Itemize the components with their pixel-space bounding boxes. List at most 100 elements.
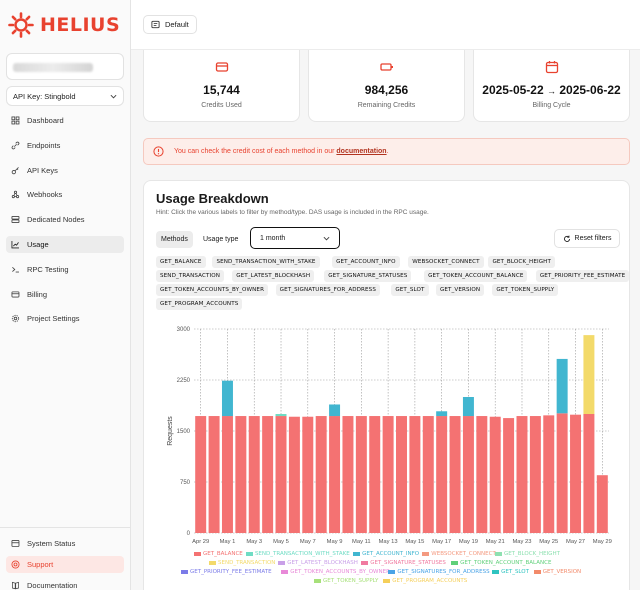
legend-swatch — [422, 552, 430, 556]
sidebar-item-documentation[interactable]: Documentation — [6, 577, 124, 590]
bar-get-balance-may-11[interactable] — [355, 416, 367, 533]
bar-get-account-info-may-17[interactable] — [436, 411, 448, 417]
legend-swatch — [181, 570, 188, 574]
project-selector-button[interactable]: Default — [143, 15, 197, 34]
sidebar-item-project-settings[interactable]: Project Settings — [6, 310, 124, 327]
bar-get-balance-may-20[interactable] — [476, 416, 488, 533]
bar-get-balance-may-6[interactable] — [288, 416, 300, 533]
api-key-label: API Key: Stingbold — [13, 91, 76, 101]
legend-item-get-program-accounts[interactable]: GET_PROGRAM_ACCOUNTS — [383, 578, 467, 584]
sidebar-item-api-keys[interactable]: API Keys — [6, 162, 124, 179]
legend-item-get-signatures-for-address[interactable]: GET_SIGNATURES_FOR_ADDRESS — [388, 569, 490, 575]
sidebar-divider — [0, 527, 131, 528]
bar-get-balance-may-14[interactable] — [396, 416, 407, 533]
bar-send-transaction-with-stake-may-5[interactable] — [275, 414, 287, 417]
account-selector[interactable] — [6, 53, 124, 80]
bar-get-balance-may-4[interactable] — [262, 416, 274, 533]
card-icon — [11, 291, 20, 298]
logo[interactable]: HELIUS — [8, 12, 120, 38]
sidebar-item-label: RPC Testing — [27, 264, 69, 274]
legend-item-get-block-height[interactable]: GET_BLOCK_HEIGHT — [494, 551, 560, 557]
legend-label: WEBSOCKET_CONNECT — [431, 551, 496, 557]
legend-swatch — [451, 561, 459, 565]
sidebar-item-dashboard[interactable]: Dashboard — [6, 112, 124, 129]
bar-get-balance-may-12[interactable] — [369, 416, 381, 533]
bar-get-balance-may-10[interactable] — [342, 416, 354, 533]
legend-item-get-token-supply[interactable]: GET_TOKEN_SUPPLY — [314, 578, 378, 584]
sidebar-item-system-status[interactable]: System Status — [6, 535, 124, 552]
bar-get-account-info-may-19[interactable] — [462, 397, 474, 417]
legend-item-get-token-accounts-by-owner[interactable]: GET_TOKEN_ACCOUNTS_BY_OWNER — [281, 569, 390, 575]
documentation-link[interactable]: documentation — [336, 148, 386, 155]
sidebar-item-usage[interactable]: Usage — [6, 235, 124, 253]
bar-get-balance-may-13[interactable] — [382, 416, 394, 533]
billing-cycle-start: 2025-05-22 — [482, 83, 544, 97]
bar-get-balance-may-8[interactable] — [315, 416, 327, 533]
arrow-right-icon: → — [547, 86, 556, 96]
bar-get-balance-may-27[interactable] — [570, 414, 582, 533]
bar-get-balance-may-7[interactable] — [302, 416, 314, 533]
y-tick-label: 1500 — [177, 429, 191, 435]
grid-icon — [11, 116, 20, 125]
bar-get-balance-may-25[interactable] — [543, 415, 555, 533]
usage-chart: 0 750 1500 2250 3000 Requests Apr 29 May 1 May 3… — [167, 327, 612, 545]
bar-get-balance-may-23[interactable] — [516, 416, 528, 533]
bar-get-balance-apr-30[interactable] — [208, 416, 220, 533]
legend-item-send-transaction[interactable]: SEND_TRANSACTION — [209, 560, 275, 566]
legend-item-get-priority-fee-estimate[interactable]: GET_PRIORITY_FEE_ESTIMATE — [181, 569, 272, 575]
sidebar-item-webhooks[interactable]: Webhooks — [6, 186, 124, 203]
bar-send-transaction-may-28[interactable] — [583, 335, 595, 414]
x-tick-label: May 5 — [273, 539, 289, 545]
x-tick-label: May 21 — [486, 539, 505, 545]
bar-get-balance-may-24[interactable] — [529, 416, 541, 533]
legend-item-get-slot[interactable]: GET_SLOT — [492, 569, 529, 575]
bar-get-balance-may-18[interactable] — [449, 416, 461, 533]
legend-label: GET_PROGRAM_ACCOUNTS — [392, 578, 468, 584]
key-icon — [11, 166, 19, 174]
bar-get-account-info-may-1[interactable] — [221, 380, 233, 417]
api-key-selector[interactable]: API Key: Stingbold — [6, 86, 124, 106]
sidebar-item-endpoints[interactable]: Endpoints — [6, 137, 124, 154]
bar-get-balance-may-17[interactable] — [436, 416, 448, 533]
bar-get-balance-may-26[interactable] — [556, 413, 568, 533]
legend-item-get-balance[interactable]: GET_BALANCE — [194, 551, 243, 557]
x-tick-label: May 9 — [327, 539, 343, 545]
sidebar-item-rpc-testing[interactable]: RPC Testing — [6, 261, 124, 278]
y-axis-label: Requests — [167, 416, 174, 446]
legend-item-get-latest-blockhash[interactable]: GET_LATEST_BLOCKHASH — [278, 560, 358, 566]
bar-get-balance-may-15[interactable] — [409, 416, 421, 533]
legend-swatch — [209, 561, 216, 565]
sidebar: HELIUS API Key: Stingbold Dashboard Endpo… — [0, 0, 131, 590]
account-name-redacted — [13, 63, 93, 72]
bar-get-balance-may-5[interactable] — [275, 416, 287, 533]
legend-item-get-version[interactable]: GET_VERSION — [533, 569, 581, 575]
bar-get-balance-may-2[interactable] — [235, 416, 247, 533]
bar-get-account-info-may-26[interactable] — [556, 358, 568, 414]
legend-item-get-signature-statuses[interactable]: GET_SIGNATURE_STATUSES — [361, 560, 446, 566]
bar-get-balance-may-19[interactable] — [462, 416, 474, 533]
x-tick-label: May 27 — [566, 539, 585, 545]
legend-label: GET_SIGNATURE_STATUSES — [370, 560, 446, 566]
legend-swatch — [383, 579, 391, 583]
legend-item-get-token-account-balance[interactable]: GET_TOKEN_ACCOUNT_BALANCE — [451, 560, 551, 566]
legend-item-websocket-connect[interactable]: WEBSOCKET_CONNECT — [422, 551, 496, 557]
bar-get-balance-may-21[interactable] — [489, 416, 501, 533]
bar-get-balance-apr-29[interactable] — [195, 416, 207, 533]
legend-label: GET_ACCOUNT_INFO — [362, 551, 420, 557]
sidebar-item-billing[interactable]: Billing — [6, 286, 124, 303]
bar-get-balance-may-29[interactable] — [596, 475, 608, 533]
bar-get-account-info-may-9[interactable] — [329, 404, 341, 417]
sidebar-item-label: Support — [27, 560, 54, 569]
x-tick-label: May 17 — [432, 539, 451, 545]
legend-item-send-transaction-with-stake[interactable]: SEND_TRANSACTION_WITH_STAKE — [245, 551, 350, 557]
legend-item-get-account-info[interactable]: GET_ACCOUNT_INFO — [353, 551, 419, 557]
bar-get-balance-may-1[interactable] — [221, 416, 233, 533]
sidebar-item-dedicated-nodes[interactable]: Dedicated Nodes — [6, 211, 124, 228]
bar-get-balance-may-3[interactable] — [248, 416, 260, 533]
bar-get-balance-may-22[interactable] — [503, 418, 515, 533]
bar-get-balance-may-16[interactable] — [422, 416, 434, 533]
bar-get-balance-may-28[interactable] — [583, 414, 595, 533]
sidebar-item-support[interactable]: Support — [6, 556, 124, 573]
x-tick-label: May 29 — [593, 539, 612, 545]
bar-get-balance-may-9[interactable] — [329, 416, 341, 533]
